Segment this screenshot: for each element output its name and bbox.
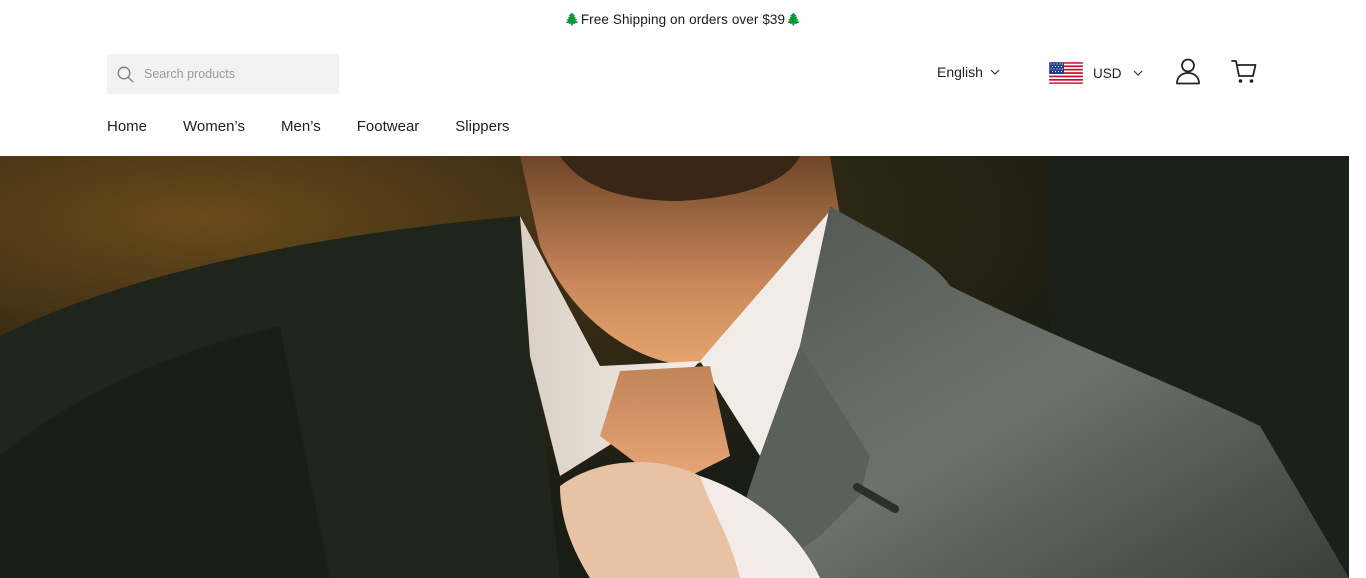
page-scrollbar[interactable] xyxy=(1349,0,1366,578)
nav-item-womens[interactable]: Women’s xyxy=(183,118,245,135)
user-icon xyxy=(1176,58,1200,85)
pine-tree-icon: 🌲 xyxy=(786,12,802,26)
search-icon xyxy=(117,66,134,82)
main-navigation: Home Women’s Men’s Footwear Slippers xyxy=(107,118,545,135)
nav-item-mens[interactable]: Men’s xyxy=(281,118,321,135)
us-flag-icon xyxy=(1049,62,1083,84)
hero-banner-image[interactable] xyxy=(0,156,1349,578)
nav-item-slippers[interactable]: Slippers xyxy=(455,118,509,135)
language-label: English xyxy=(937,64,983,80)
shopping-cart-icon xyxy=(1231,60,1257,83)
nav-item-home[interactable]: Home xyxy=(107,118,147,135)
currency-label: USD xyxy=(1093,65,1122,81)
announcement-bar: 🌲 Free Shipping on orders over $39 🌲 xyxy=(0,0,1366,38)
cart-button[interactable] xyxy=(1229,56,1259,86)
currency-selector[interactable]: USD xyxy=(1049,62,1143,84)
announcement-text: Free Shipping on orders over $39 xyxy=(580,11,786,27)
site-header: English USD xyxy=(0,38,1366,156)
nav-item-footwear[interactable]: Footwear xyxy=(357,118,420,135)
search-box[interactable] xyxy=(107,54,339,94)
chevron-down-icon xyxy=(1133,70,1142,76)
hero-photo xyxy=(0,156,1349,578)
chevron-down-icon xyxy=(990,69,1000,75)
search-input[interactable] xyxy=(142,66,322,82)
pine-tree-icon: 🌲 xyxy=(564,12,580,26)
account-button[interactable] xyxy=(1173,56,1203,86)
language-selector[interactable]: English xyxy=(937,64,1000,80)
